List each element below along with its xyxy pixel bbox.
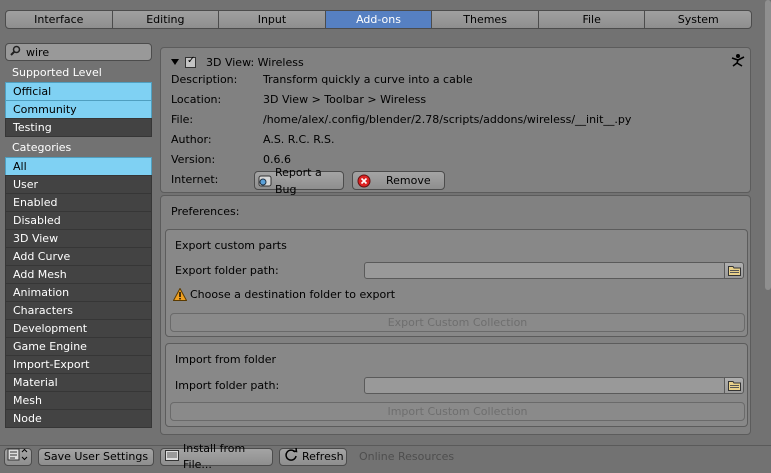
import-folder-path-input[interactable] [364,377,726,394]
refresh-icon [284,447,298,466]
tab-interface[interactable]: Interface [5,10,113,29]
filter-category-disabled[interactable]: Disabled [5,211,152,230]
description-label: Description: [171,73,238,86]
install-from-file-button[interactable]: Install from File... [160,442,273,471]
preferences-bottom-bar: Save User Settings Install from File... … [0,442,771,471]
category-list: All User Enabled Disabled 3D View Add Curve Ad… [5,157,152,428]
warning-icon [172,287,188,304]
export-warning-text: Choose a destination folder to export [190,288,396,301]
online-resources-link[interactable]: Online Resources [359,448,454,466]
filter-support-community[interactable]: Community [5,100,152,119]
import-path-label: Import folder path: [175,379,280,392]
filter-category-add-curve[interactable]: Add Curve [5,247,152,266]
preferences-title: Preferences: [171,205,240,218]
preferences-editor-icon [7,448,29,466]
tab-system[interactable]: System [644,10,753,29]
remove-label: Remove [386,174,431,187]
location-value: 3D View > Toolbar > Wireless [263,93,427,106]
filter-category-3d-view[interactable]: 3D View [5,229,152,248]
version-label: Version: [171,153,216,166]
tab-input[interactable]: Input [218,10,326,29]
refresh-button[interactable]: Refresh [279,447,347,466]
report-bug-label: Report a Bug [275,165,322,196]
supported-level-label: Supported Level [12,66,102,79]
report-bug-button[interactable]: Report a Bug [254,166,344,196]
filter-category-user[interactable]: User [5,175,152,194]
supported-level-list: Official Community Testing [5,82,152,137]
filter-category-add-mesh[interactable]: Add Mesh [5,265,152,284]
filter-category-mesh[interactable]: Mesh [5,391,152,410]
import-title: Import from folder [175,353,277,366]
import-folder-browse-button[interactable] [724,377,744,394]
filter-category-game-engine[interactable]: Game Engine [5,337,152,356]
tab-themes[interactable]: Themes [431,10,539,29]
description-value: Transform quickly a curve into a cable [263,73,473,86]
search-value: wire [26,45,50,59]
file-label: File: [171,113,194,126]
filter-category-animation[interactable]: Animation [5,283,152,302]
filter-category-development[interactable]: Development [5,319,152,338]
import-custom-collection-button[interactable]: Import Custom Collection [170,402,745,421]
save-user-settings-button[interactable]: Save User Settings [38,448,154,466]
remove-addon-button[interactable]: Remove [352,171,445,190]
filter-support-testing[interactable]: Testing [5,118,152,137]
tab-editing[interactable]: Editing [111,10,220,29]
vertical-scrollbar[interactable] [765,0,771,290]
addon-title: 3D View: Wireless [206,55,304,69]
filter-category-node[interactable]: Node [5,409,152,428]
export-folder-browse-button[interactable] [724,262,744,279]
location-label: Location: [171,93,222,106]
bug-report-icon [258,174,272,188]
addon-info-panel: 3D View: Wireless Description: Transform… [160,47,751,196]
addon-preferences-panel: Preferences: Export custom parts Export … [160,195,751,435]
tab-file[interactable]: File [537,10,646,29]
folder-icon [728,265,741,279]
export-title: Export custom parts [175,239,287,252]
addon-enable-checkbox[interactable] [185,55,196,68]
tab-add-ons[interactable]: Add-ons [324,10,433,29]
export-path-label: Export folder path: [175,264,279,277]
file-value: /home/alex/.config/blender/2.78/scripts/… [263,113,632,126]
refresh-label: Refresh [302,450,344,463]
author-value: A.S. R.C. R.S. [263,133,335,146]
internet-label: Internet: [171,173,219,186]
folder-icon [728,380,741,394]
filter-category-all[interactable]: All [5,157,152,176]
addon-search-input[interactable]: wire [5,43,152,61]
install-from-file-label: Install from File... [183,442,246,471]
addon-user-icon [731,53,745,70]
addon-header: 3D View: Wireless [171,54,304,70]
filter-category-characters[interactable]: Characters [5,301,152,320]
addon-filter-sidebar: wire Supported Level Official Community Te… [5,43,152,429]
filter-category-import-export[interactable]: Import-Export [5,355,152,374]
search-icon [10,45,21,59]
install-file-icon [165,449,179,466]
filter-support-official[interactable]: Official [5,82,152,101]
export-custom-collection-button[interactable]: Export Custom Collection [170,313,745,332]
filter-category-material[interactable]: Material [5,373,152,392]
editor-type-menu[interactable] [4,448,32,466]
import-section: Import from folder Import folder path: I… [165,343,748,427]
preferences-tabbar: Interface Editing Input Add-ons Themes File Sy… [5,10,753,29]
filter-category-enabled[interactable]: Enabled [5,193,152,212]
remove-icon [357,174,371,188]
export-section: Export custom parts Export folder path: … [165,229,748,337]
author-label: Author: [171,133,212,146]
categories-label: Categories [12,141,72,154]
collapse-triangle-icon[interactable] [171,59,179,65]
export-folder-path-input[interactable] [364,262,726,279]
